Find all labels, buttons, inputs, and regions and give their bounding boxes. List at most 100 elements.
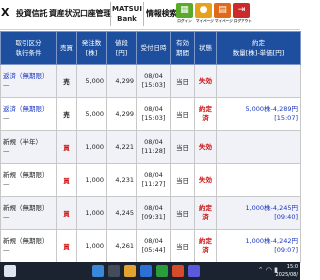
- cell-side: 買: [56, 163, 77, 197]
- cell-price: 4,261: [106, 229, 137, 263]
- cell-qty: 1,000: [76, 196, 107, 230]
- cell-expiry: 当日: [170, 97, 195, 131]
- tool-icon-4[interactable]: ⇥ ログアウト: [233, 3, 252, 27]
- app-icon-purple[interactable]: [188, 265, 200, 277]
- cell-expiry: 当日: [170, 229, 195, 263]
- cell-side: 売: [56, 97, 77, 131]
- header-status: 状態: [194, 31, 217, 65]
- cell-received: 08/04 [11:28]: [136, 130, 171, 164]
- close-icon[interactable]: X: [1, 6, 9, 19]
- table-row[interactable]: 新規（無期限） — 買 1,000 4,245 08/04 [09:31] 当日 約定済 1,00…: [0, 196, 301, 230]
- app-icon-green[interactable]: [156, 265, 168, 277]
- cell-type[interactable]: 返済（無期限） —: [0, 64, 57, 98]
- order-type: 新規（半年）: [3, 138, 42, 146]
- header-exec: 約定 数量[株]-単価[円]: [216, 31, 301, 65]
- cell-status[interactable]: 約定済: [194, 196, 217, 230]
- cell-type[interactable]: 新規（無期限） —: [0, 229, 57, 263]
- table-row[interactable]: 返済（無期限） — 売 5,000 4,299 08/04 [15:03] 当日 失効: [0, 64, 301, 98]
- table-row[interactable]: 新規（無期限） — 買 1,000 4,231 08/04 [11:27] 当日 失効: [0, 163, 301, 197]
- cell-exec: [216, 163, 301, 197]
- folder-icon[interactable]: [124, 265, 136, 277]
- clock[interactable]: 15:0 2025/08/: [276, 263, 298, 279]
- cell-qty: 1,000: [76, 229, 107, 263]
- cell-side: 買: [56, 130, 77, 164]
- cell-side: 買: [56, 229, 77, 263]
- cell-exec: 1,000株-4,245円 [09:40]: [216, 196, 301, 230]
- cell-price: 4,299: [106, 97, 137, 131]
- start-icon[interactable]: [92, 265, 104, 277]
- taskbar: ⌃ ◠ ▮ 15:0 2025/08/: [0, 262, 300, 280]
- header-type: 取引区分 執行条件: [0, 31, 57, 65]
- menu-matsui-bank[interactable]: MATSUI Bank: [110, 2, 144, 26]
- tool-icon-1[interactable]: ▦ ログイン: [176, 3, 193, 27]
- cell-side: 売: [56, 64, 77, 98]
- cell-status[interactable]: 約定済: [194, 229, 217, 263]
- cell-expiry: 当日: [170, 196, 195, 230]
- cell-exec: [216, 64, 301, 98]
- menu-asset-status[interactable]: 資産状況: [49, 8, 80, 19]
- cell-expiry: 当日: [170, 64, 195, 98]
- cell-type[interactable]: 返済（無期限） —: [0, 97, 57, 131]
- table-header-row: 取引区分 執行条件 売買 発注数 [株] 値段 [円] 受付日時 有効 期間 状態 約定…: [0, 31, 301, 65]
- header-received: 受付日時: [136, 31, 171, 65]
- cell-price: 4,299: [106, 64, 137, 98]
- order-type: 新規（無期限）: [3, 171, 49, 179]
- order-condition: —: [3, 114, 10, 122]
- menu-account-management[interactable]: 口座管理: [80, 8, 111, 19]
- cell-type[interactable]: 新規（無期限） —: [0, 196, 57, 230]
- app-icon-red[interactable]: [172, 265, 184, 277]
- cell-side: 買: [56, 196, 77, 230]
- order-type: 新規（無期限）: [3, 237, 49, 245]
- tool-icon-2[interactable]: ● マイページ: [195, 3, 214, 27]
- cell-exec: 1,000株-4,242円 [09:07]: [216, 229, 301, 263]
- person-icon: ●: [199, 5, 208, 15]
- menu-investment-trust[interactable]: 投資信託: [16, 8, 47, 19]
- search-icon[interactable]: [108, 265, 120, 277]
- cell-expiry: 当日: [170, 163, 195, 197]
- order-condition: —: [3, 213, 10, 221]
- order-table: 取引区分 執行条件 売買 発注数 [株] 値段 [円] 受付日時 有効 期間 状態 約定…: [0, 31, 301, 263]
- cell-status[interactable]: 失効: [194, 163, 217, 197]
- cell-price: 4,231: [106, 163, 137, 197]
- cell-received: 08/04 [11:27]: [136, 163, 171, 197]
- header-expiry: 有効 期間: [170, 31, 195, 65]
- header-qty: 発注数 [株]: [76, 31, 107, 65]
- cell-qty: 5,000: [76, 64, 107, 98]
- logout-icon: ⇥: [237, 5, 246, 15]
- bank-line1: MATSUI: [112, 5, 142, 13]
- cell-price: 4,221: [106, 130, 137, 164]
- table-row[interactable]: 返済（無期限） — 売 5,000 4,299 08/04 [15:03] 当日 約定済 5,00…: [0, 97, 301, 131]
- top-menu-bar: X 投資信託 資産状況 口座管理 MATSUI Bank 情報検索 ▦ ログイン…: [0, 0, 300, 30]
- order-condition: —: [3, 180, 10, 188]
- order-condition: —: [3, 81, 10, 89]
- browser-icon[interactable]: [140, 265, 152, 277]
- grid-icon: ▦: [180, 5, 189, 15]
- cell-status[interactable]: 失効: [194, 130, 217, 164]
- cell-received: 08/04 [09:31]: [136, 196, 171, 230]
- bank-line2: Bank: [117, 15, 137, 23]
- header-price: 値段 [円]: [106, 31, 137, 65]
- cell-exec: 5,000株-4,289円 [15:07]: [216, 97, 301, 131]
- order-type[interactable]: 返済（無期限）: [3, 105, 54, 114]
- cell-received: 08/04 [15:03]: [136, 64, 171, 98]
- header-side: 売買: [56, 31, 77, 65]
- order-type[interactable]: 返済（無期限）: [3, 72, 54, 81]
- doc-icon: ▤: [218, 5, 227, 15]
- table-row[interactable]: 新規（無期限） — 買 1,000 4,261 08/04 [05:44] 当日 約定済 1,00…: [0, 229, 301, 263]
- order-type: 新規（無期限）: [3, 204, 49, 212]
- cell-received: 08/04 [05:44]: [136, 229, 171, 263]
- table-row[interactable]: 新規（半年） — 買 1,000 4,221 08/04 [11:28] 当日 失効: [0, 130, 301, 164]
- order-condition: —: [3, 147, 10, 155]
- cell-status[interactable]: 約定済: [194, 97, 217, 131]
- tool-icon-3[interactable]: ▤ マイページ: [214, 3, 233, 27]
- cell-status[interactable]: 失効: [194, 64, 217, 98]
- cell-price: 4,245: [106, 196, 137, 230]
- order-condition: —: [3, 246, 10, 254]
- weather-icon[interactable]: [4, 265, 16, 277]
- cell-qty: 1,000: [76, 130, 107, 164]
- cell-type[interactable]: 新規（無期限） —: [0, 163, 57, 197]
- cell-received: 08/04 [15:03]: [136, 97, 171, 131]
- cell-qty: 1,000: [76, 163, 107, 197]
- cell-type[interactable]: 新規（半年） —: [0, 130, 57, 164]
- menu-info-search[interactable]: 情報検索: [146, 8, 177, 19]
